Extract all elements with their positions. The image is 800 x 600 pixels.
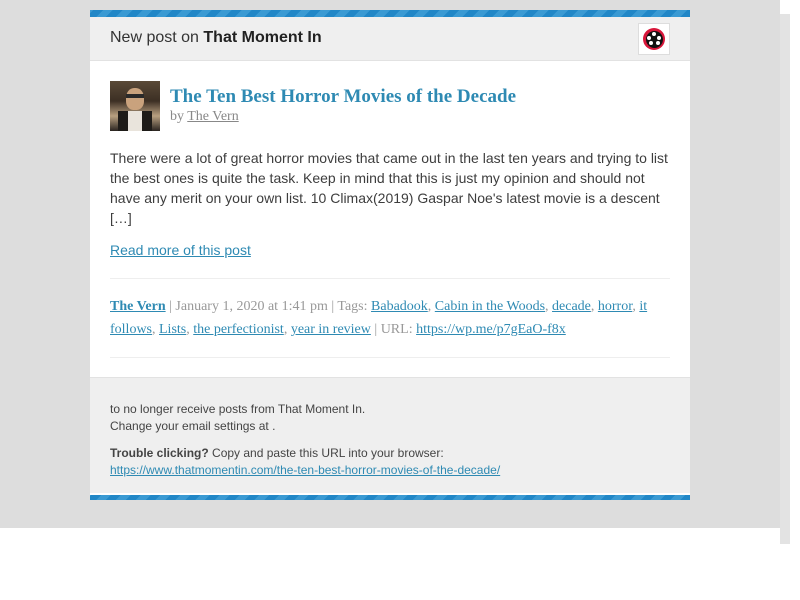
tag-link[interactable]: year in review — [291, 322, 371, 337]
email-card: New post on That Moment In The Ten Best … — [90, 10, 690, 500]
short-url-link[interactable]: https://wp.me/p7gEaO-f8x — [416, 322, 566, 337]
meta-url-label: | URL: — [370, 322, 417, 337]
tag-link[interactable]: Babadook — [371, 299, 428, 314]
top-accent-border — [90, 10, 690, 17]
post-meta: The Vern | January 1, 2020 at 1:41 pm | … — [110, 299, 648, 337]
post-excerpt: There were a lot of great horror movies … — [110, 150, 668, 226]
email-header: New post on That Moment In — [90, 17, 690, 61]
full-post-url-link[interactable]: https://www.thatmomentin.com/the-ten-bes… — [110, 463, 500, 477]
post-title-link[interactable]: The Ten Best Horror Movies of the Decade — [170, 86, 516, 108]
trouble-clicking-text: Trouble clicking? Copy and paste this UR… — [110, 445, 670, 462]
tag-link[interactable]: Cabin in the Woods — [435, 299, 545, 314]
author-avatar[interactable] — [110, 81, 160, 131]
read-more-link[interactable]: Read more of this post — [110, 242, 251, 258]
unsubscribe-text: to no longer receive posts from That Mom… — [110, 402, 366, 416]
email-footer: to no longer receive posts from That Mom… — [90, 377, 690, 493]
settings-text: Change your email settings at . — [110, 419, 276, 433]
tag-link[interactable]: Lists — [159, 322, 186, 337]
tag-link[interactable]: horror — [598, 299, 632, 314]
tag-link[interactable]: the perfectionist — [193, 322, 284, 337]
post-area: The Ten Best Horror Movies of the Decade… — [90, 61, 690, 358]
byline-author-link[interactable]: The Vern — [187, 109, 238, 124]
byline: by The Vern — [170, 109, 239, 125]
bottom-accent-border — [90, 495, 690, 500]
trouble-clicking-label: Trouble clicking? — [110, 446, 209, 460]
meta-author-link[interactable]: The Vern — [110, 299, 166, 314]
scrollbar-track[interactable] — [780, 14, 790, 544]
meta-date: | January 1, 2020 at 1:41 pm | Tags: — [165, 299, 372, 314]
tag-link[interactable]: decade — [552, 299, 591, 314]
header-title: New post on That Moment In — [110, 29, 322, 47]
trouble-clicking-instructions: Copy and paste this URL into your browse… — [208, 446, 444, 460]
byline-prefix: by — [170, 109, 188, 124]
header-site-name: That Moment In — [203, 29, 322, 46]
divider — [110, 357, 670, 358]
post-head: The Ten Best Horror Movies of the Decade… — [110, 81, 670, 131]
header-prefix: New post on — [110, 29, 204, 46]
film-reel-icon[interactable] — [638, 23, 670, 55]
